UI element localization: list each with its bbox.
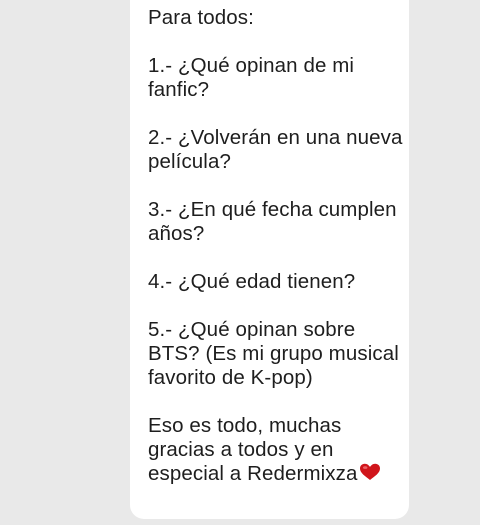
question-2: 2.- ¿Volverán en una nueva película? — [148, 126, 403, 173]
message-text: Para todos: 1.- ¿Qué opinan de mi fanfic… — [148, 6, 404, 486]
closing-text: Eso es todo, muchas gracias a todos y en… — [148, 414, 358, 485]
question-5: 5.- ¿Qué opinan sobre BTS? (Es mi grupo … — [148, 318, 399, 389]
message-greeting: Para todos: — [148, 6, 254, 29]
question-1: 1.- ¿Qué opinan de mi fanfic? — [148, 54, 355, 101]
heart-icon — [359, 463, 381, 481]
chat-area: Para todos: 1.- ¿Qué opinan de mi fanfic… — [0, 0, 480, 525]
closing-line: Eso es todo, muchas gracias a todos y en… — [148, 414, 404, 486]
question-3: 3.- ¿En qué fecha cumplen años? — [148, 198, 397, 245]
question-4: 4.- ¿Qué edad tienen? — [148, 270, 356, 293]
